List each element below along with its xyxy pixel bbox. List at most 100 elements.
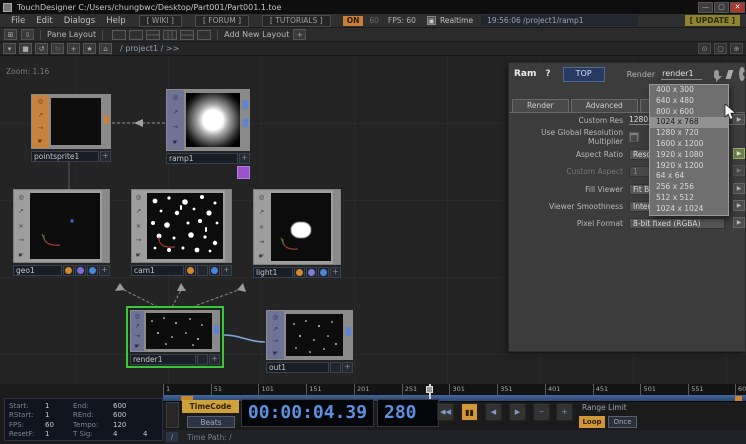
expand-plus-button[interactable]: +: [209, 354, 220, 365]
node-geo1[interactable]: ◎↗×→☛ geo1 +: [13, 189, 110, 276]
viewer-flag-icon[interactable]: ◎: [259, 194, 265, 201]
family-top-button[interactable]: TOP: [563, 67, 605, 82]
node-sidebar[interactable]: ◎ ↗ → ☛: [32, 95, 49, 148]
beats-mode-button[interactable]: Beats: [187, 416, 235, 428]
node-sidebar[interactable]: ◎↗×→☛: [254, 190, 269, 264]
expand-plus-button[interactable]: +: [100, 151, 111, 162]
tab-render[interactable]: Render: [512, 99, 569, 112]
dropdown-item[interactable]: 512 x 512: [650, 193, 728, 204]
node-name[interactable]: out1: [266, 362, 329, 373]
pick-icon[interactable]: ☛: [136, 252, 142, 259]
display-flag-icon[interactable]: ↗: [135, 323, 140, 330]
output-connector[interactable]: [243, 118, 248, 127]
pane-grid-icon[interactable]: ⊞: [4, 29, 17, 40]
node-viewer[interactable]: [30, 193, 100, 259]
node-viewer[interactable]: [51, 98, 101, 145]
delete-icon[interactable]: →: [173, 124, 178, 131]
node-viewer[interactable]: [147, 193, 223, 259]
multiplier-checkbox[interactable]: ▦: [629, 132, 639, 142]
input-arrow-icon[interactable]: ☛: [134, 343, 140, 350]
help-icon[interactable]: ?: [545, 69, 550, 79]
menu-file[interactable]: File: [11, 16, 25, 26]
menu-dialogs[interactable]: Dialogs: [64, 16, 96, 26]
node-ramp1[interactable]: ◎ ↗ → ☛ ramp1 +: [166, 89, 250, 164]
delete-icon[interactable]: →: [38, 125, 43, 132]
dropdown-item[interactable]: 1600 x 1200: [650, 139, 728, 150]
display-flag-icon[interactable]: ↗: [18, 208, 23, 215]
dropdown-item[interactable]: 1280 x 720: [650, 128, 728, 139]
pixel-format-select[interactable]: 8-bit fixed (RGBA): [629, 218, 725, 229]
dropdown-item[interactable]: 1920 x 1080: [650, 150, 728, 161]
layout-preset-3col[interactable]: [163, 30, 177, 40]
display-flag[interactable]: [330, 362, 341, 373]
render-operator-field[interactable]: render1: [661, 69, 701, 80]
input-arrow-icon[interactable]: →: [18, 237, 23, 244]
dropdown-item[interactable]: 1920 x 1200: [650, 161, 728, 172]
viewer-flag-icon[interactable]: ◎: [134, 313, 140, 320]
display-flag[interactable]: [75, 265, 86, 276]
add-layout-plus-button[interactable]: +: [293, 29, 306, 40]
speed-minus-button[interactable]: −: [533, 403, 550, 421]
viewer-flag-icon[interactable]: ◎: [173, 94, 179, 101]
input-arrow-icon[interactable]: ☛: [173, 139, 179, 146]
expand-plus-button[interactable]: +: [330, 267, 341, 278]
link-button[interactable]: [ TUTORIALS ]: [262, 15, 331, 27]
dropdown-item[interactable]: 640 x 480: [650, 96, 728, 107]
dropdown-item[interactable]: 64 x 64: [650, 171, 728, 182]
viewer-flag-icon[interactable]: ◎: [38, 98, 44, 105]
performance-on-toggle[interactable]: ON: [343, 16, 364, 26]
timecode-mode-button[interactable]: TimeCode: [182, 400, 239, 413]
node-out1[interactable]: ◎↗→☛ out1 +: [266, 310, 353, 373]
expand-plus-button[interactable]: +: [342, 362, 353, 373]
display-flag-icon[interactable]: ↗: [259, 209, 264, 216]
render-flag[interactable]: [63, 265, 74, 276]
node-cam1[interactable]: ◎↗×→☛: [131, 189, 232, 276]
gear-icon[interactable]: [739, 67, 745, 81]
forward-icon[interactable]: ↻: [51, 43, 64, 54]
node-name[interactable]: render1: [130, 354, 196, 365]
add-new-layout-label[interactable]: Add New Layout: [224, 30, 289, 39]
viewer-flag-icon[interactable]: ◎: [273, 314, 279, 321]
node-sidebar[interactable]: ◎↗→☛: [267, 311, 284, 359]
layout-preset-quad[interactable]: [180, 30, 194, 40]
slash-icon[interactable]: /: [166, 432, 178, 442]
resolution-dropdown[interactable]: 400 x 300640 x 480800 x 6001024 x 768128…: [649, 84, 729, 216]
minimize-button[interactable]: —: [698, 2, 713, 13]
once-button[interactable]: Once: [608, 416, 637, 428]
input-arrow-icon[interactable]: ☛: [38, 138, 44, 145]
node-name[interactable]: light1: [253, 267, 293, 278]
display-icon[interactable]: ▢: [714, 43, 727, 54]
update-button[interactable]: [ UPDATE ]: [685, 15, 740, 26]
output-connector[interactable]: [104, 115, 109, 124]
node-viewer[interactable]: [146, 313, 212, 349]
layout-preset-hsplit[interactable]: [146, 30, 160, 40]
language-icon[interactable]: [725, 70, 733, 79]
close-button[interactable]: ✕: [730, 2, 745, 13]
home-icon[interactable]: ⌂: [99, 43, 112, 54]
node-sidebar[interactable]: ◎↗×→☛: [132, 190, 145, 262]
menu-help[interactable]: Help: [106, 16, 125, 26]
maximize-button[interactable]: ▢: [714, 2, 729, 13]
expand-plus-button[interactable]: +: [239, 153, 250, 164]
range-marker[interactable]: [735, 396, 742, 401]
breadcrumb[interactable]: / project1 / >>: [120, 44, 179, 53]
node-name[interactable]: geo1: [13, 265, 62, 276]
node-light1[interactable]: ◎↗×→☛ light1 +: [253, 189, 341, 278]
viewer-flag[interactable]: [318, 267, 329, 278]
node-sidebar[interactable]: ◎ ↗ → ☛: [167, 90, 184, 150]
display-flag-icon[interactable]: ↗: [173, 109, 178, 116]
node-name[interactable]: ramp1: [166, 153, 238, 164]
viewer-flag-icon[interactable]: ◎: [136, 194, 142, 201]
dropdown-item[interactable]: 400 x 300: [650, 85, 728, 96]
frame-display[interactable]: 280: [377, 399, 439, 427]
fill-menu-arrow-icon[interactable]: ▶: [733, 183, 745, 194]
audio-icon[interactable]: ⊕: [730, 43, 743, 54]
layout-preset-mixed[interactable]: [197, 30, 211, 40]
display-flag-icon[interactable]: ↗: [38, 112, 43, 119]
dropdown-item[interactable]: 1024 x 768: [650, 117, 728, 128]
link-button[interactable]: [ WIKI ]: [139, 15, 182, 27]
input-arrow-icon[interactable]: →: [136, 237, 141, 244]
display-flag-icon[interactable]: ↗: [136, 208, 141, 215]
node-viewer[interactable]: [271, 193, 331, 261]
viewer-flag[interactable]: [209, 265, 220, 276]
